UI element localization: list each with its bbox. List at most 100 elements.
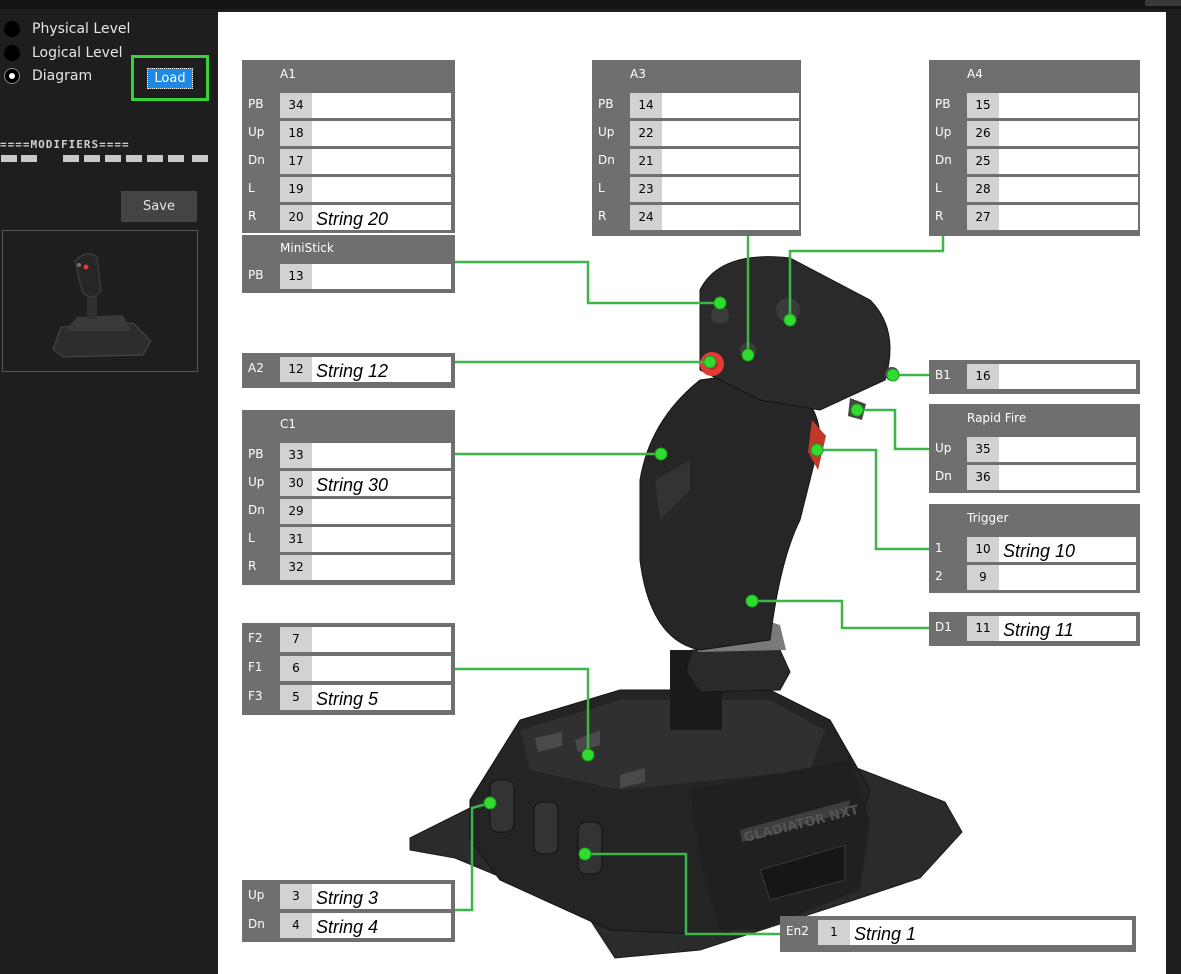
panel-row: PB 34 — [242, 91, 455, 118]
row-text-field[interactable] — [999, 565, 1136, 590]
row-text-field[interactable]: String 1 — [850, 920, 1132, 945]
modifier-toggle[interactable] — [84, 155, 100, 162]
row-text-field[interactable]: String 12 — [312, 357, 451, 382]
panel-rapid-fire: Rapid Fire Up 35 Dn 36 — [929, 404, 1140, 493]
row-number: 1 — [818, 920, 850, 945]
row-text-field[interactable] — [312, 527, 451, 552]
row-number: 16 — [967, 364, 999, 389]
row-label: Dn — [935, 469, 952, 483]
row-text-field[interactable] — [999, 205, 1138, 230]
panel-row: L 28 — [929, 175, 1140, 202]
row-number: 9 — [967, 565, 999, 590]
window-control[interactable] — [1145, 0, 1181, 6]
save-button[interactable]: Save — [121, 191, 197, 222]
row-text-field[interactable]: String 4 — [312, 913, 451, 938]
panel-row: L 19 — [242, 175, 455, 202]
row-text-field[interactable] — [662, 149, 799, 174]
row-text-field[interactable] — [662, 121, 799, 146]
row-text-field[interactable]: String 20 — [312, 205, 451, 230]
panel-row: Up 30 String 30 — [242, 469, 455, 496]
modifier-toggle[interactable] — [21, 155, 37, 162]
row-label: Up — [598, 125, 615, 139]
panel-a2: A2 12 String 12 — [242, 353, 455, 388]
row-label: R — [935, 209, 944, 223]
row-label: 2 — [935, 569, 943, 583]
row-number: 18 — [280, 121, 312, 146]
panel-a1: A1 PB 34 Up 18 Dn 17 L 19 R 20 String 20 — [242, 60, 455, 233]
row-text-field[interactable] — [999, 149, 1138, 174]
row-label: B1 — [935, 368, 951, 382]
row-text-field[interactable]: String 3 — [312, 884, 451, 909]
row-text-field[interactable] — [999, 364, 1136, 389]
row-text-field[interactable] — [312, 177, 451, 202]
panel-row: Up 22 — [592, 119, 801, 146]
row-label: PB — [248, 268, 264, 282]
modifier-toggle[interactable] — [126, 155, 142, 162]
panel-c1: C1 PB 33 Up 30 String 30 Dn 29 L 31 R 32 — [242, 410, 455, 585]
row-text-field[interactable] — [312, 499, 451, 524]
sidebar: Physical Level Logical Level Diagram Loa… — [0, 9, 218, 974]
row-text-field[interactable] — [662, 205, 799, 230]
row-text-field[interactable] — [662, 177, 799, 202]
row-number: 3 — [280, 884, 312, 909]
radio-label: Logical Level — [32, 45, 123, 61]
panel-trigger: Trigger 1 10 String 10 29 — [929, 504, 1140, 593]
row-text-field[interactable] — [999, 121, 1138, 146]
row-label: L — [598, 181, 605, 195]
row-number: 22 — [630, 121, 662, 146]
row-text-field[interactable] — [312, 93, 451, 118]
radio-button-selected[interactable] — [4, 68, 20, 84]
row-number: 23 — [630, 177, 662, 202]
row-number: 33 — [280, 443, 312, 468]
row-number: 34 — [280, 93, 312, 118]
panel-row: PB 15 — [929, 91, 1140, 118]
radio-label: Physical Level — [32, 21, 131, 37]
row-number: 29 — [280, 499, 312, 524]
panel-title: Rapid Fire — [967, 411, 1027, 425]
row-text-field[interactable] — [312, 121, 451, 146]
row-text-field[interactable] — [312, 656, 451, 681]
modifier-toggle[interactable] — [168, 155, 184, 162]
row-text-field[interactable]: String 30 — [312, 471, 451, 496]
device-thumbnail[interactable] — [2, 230, 198, 372]
load-button[interactable]: Load — [147, 67, 193, 89]
row-text-field[interactable]: String 11 — [999, 616, 1136, 641]
row-number: 36 — [967, 465, 999, 490]
panel-title: A3 — [630, 67, 646, 81]
row-text-field[interactable]: String 5 — [312, 685, 451, 710]
row-number: 27 — [967, 205, 999, 230]
row-number: 7 — [280, 627, 312, 652]
panel-b1: B1 16 — [929, 360, 1140, 394]
row-text-field[interactable] — [999, 177, 1138, 202]
row-text-field[interactable]: String 10 — [999, 537, 1136, 562]
row-text-field[interactable] — [999, 465, 1136, 490]
row-label: Dn — [248, 503, 265, 517]
radio-diagram[interactable]: Diagram — [0, 65, 92, 87]
row-text-field[interactable] — [999, 93, 1138, 118]
modifier-toggle[interactable] — [192, 155, 208, 162]
radio-button[interactable] — [4, 21, 20, 37]
row-label: A2 — [248, 361, 264, 375]
modifier-toggle[interactable] — [1, 155, 17, 162]
panel-row: B1 16 — [929, 364, 1140, 391]
radio-physical-level[interactable]: Physical Level — [0, 18, 130, 40]
radio-button[interactable] — [4, 45, 20, 61]
radio-label: Diagram — [32, 68, 93, 84]
row-text-field[interactable] — [662, 93, 799, 118]
row-label: Dn — [935, 153, 952, 167]
panel-row: Up 35 — [929, 435, 1140, 462]
row-label: PB — [935, 97, 951, 111]
row-text-field[interactable] — [312, 443, 451, 468]
row-text-field[interactable] — [312, 627, 451, 652]
radio-logical-level[interactable]: Logical Level — [0, 42, 122, 64]
panel-row: PB 33 — [242, 441, 455, 468]
window-top-bar — [0, 0, 1181, 9]
row-text-field[interactable] — [999, 437, 1136, 462]
row-text-field[interactable] — [312, 149, 451, 174]
row-text-field[interactable] — [312, 555, 451, 580]
modifier-toggle[interactable] — [147, 155, 163, 162]
modifier-toggle[interactable] — [105, 155, 121, 162]
row-text-field[interactable] — [312, 264, 451, 289]
modifier-toggle[interactable] — [63, 155, 79, 162]
panel-row: PB 14 — [592, 91, 801, 118]
